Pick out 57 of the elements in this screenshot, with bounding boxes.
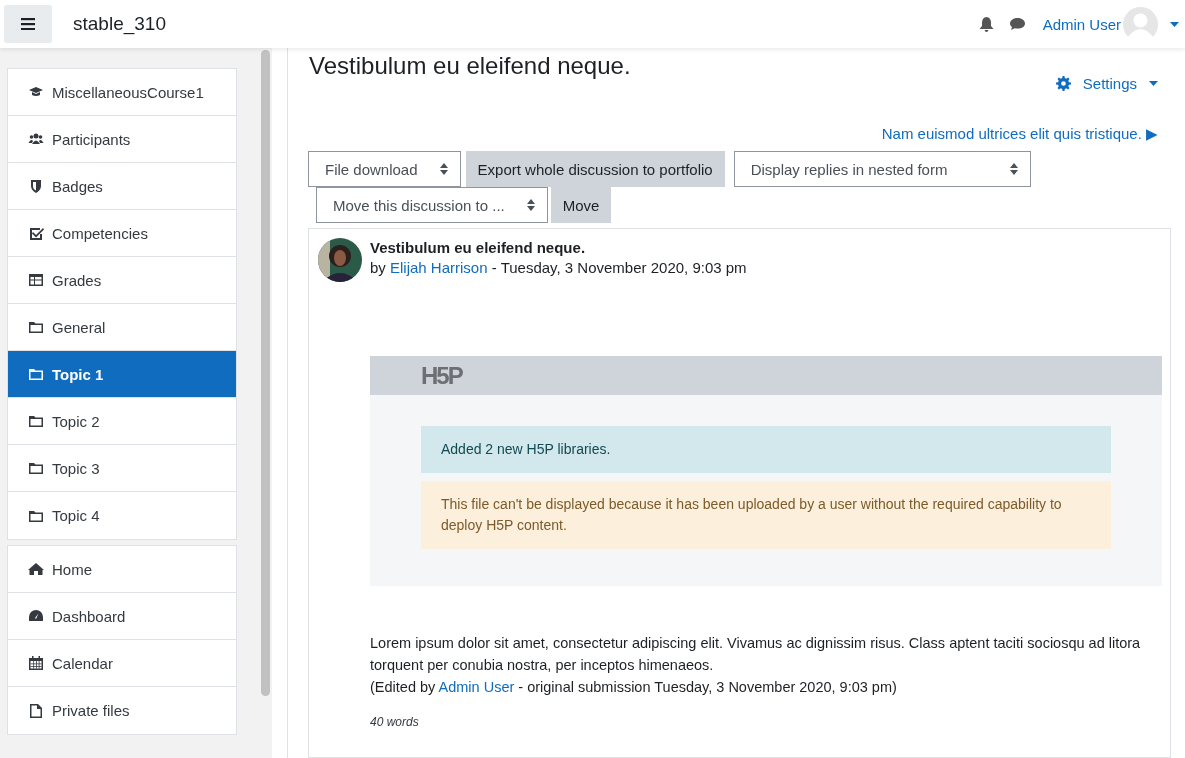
action-button[interactable]: Export whole discussion to portfolio [465,151,725,187]
people-icon [28,131,44,147]
sort-caret-icon [1009,163,1018,175]
calendar-icon [28,655,44,671]
user-name[interactable]: Admin User [1042,15,1121,33]
folder-icon [28,460,44,476]
file-icon [28,702,44,719]
caret-icon[interactable] [1170,21,1179,27]
nav-item[interactable]: Topic 4 [8,492,236,539]
site-name[interactable]: stable_310 [73,13,166,35]
h5p-logo: H5P [421,361,462,390]
next-discussion-link[interactable]: Nam euismod ultrices elit quis tristique. ▶ [881,125,1158,143]
dropdown[interactable]: Move this discussion to ... [316,187,548,223]
nav-item[interactable]: Badges [8,163,236,210]
nav-item[interactable]: Competencies [8,210,236,257]
word-count: 40 words [370,715,420,729]
dropdown[interactable]: File download [308,151,461,187]
checkbox-icon [28,225,44,241]
settings-icon [1055,76,1071,91]
dropdown[interactable]: Display replies in nested form [733,151,1031,187]
author-link[interactable]: Elijah Harrison [390,259,488,276]
post-subject: Vestibulum eu eleifend neque. [370,239,587,256]
bell-icon[interactable] [978,16,994,32]
sort-caret-icon [526,199,535,211]
page-title: Vestibulum eu eleifend neque. [309,52,632,80]
caret-icon [1149,81,1158,86]
edit-note: (Edited by Admin User - original submission Tuesday, 3 November 2020, 9:03 pm) [370,678,898,697]
action-button[interactable]: Move [550,187,612,223]
nav-item[interactable]: Topic 2 [8,398,236,445]
nav-item[interactable]: Participants [8,116,236,163]
scrollbar[interactable] [261,50,270,696]
editor-link[interactable]: Admin User [438,679,515,695]
table-icon [28,272,44,288]
menu-icon [21,18,35,30]
home-icon [28,561,44,577]
chat-bubble-icon[interactable] [1008,17,1026,31]
avatar[interactable] [318,238,362,282]
post-byline: by Elijah Harrison - Tuesday, 3 November 2020, 9:03 pm [370,259,747,276]
warning-alert: This file can't be displayed because it has been uploaded by a user without the required capability to deploy H5P content. [421,481,1111,549]
settings-menu[interactable]: Settings [1055,72,1158,95]
nav-item[interactable]: MiscellaneousCourse1 [8,69,236,116]
shield-icon [28,178,44,194]
folder-icon [28,319,44,335]
nav-item[interactable]: Topic 3 [8,445,236,492]
sort-caret-icon [439,163,448,175]
nav-item[interactable]: Dashboard [8,593,236,640]
post-message: Lorem ipsum dolor sit amet, consectetur adipiscing elit. Vivamus ac dignissim risus. Class aptent taciti sociosqu ad litora torquent per conubia nostra, per inceptos himenaeos. [370,634,1142,675]
folder-icon [28,413,44,429]
nav-item[interactable]: Calendar [8,640,236,687]
gauge-icon [28,608,44,624]
nav-item[interactable]: Topic 1 [8,351,236,398]
folder-icon [28,366,44,382]
info-alert: Added 2 new H5P libraries. [421,426,1111,473]
nav-item[interactable]: Private files [8,687,236,734]
nav-item[interactable]: Home [8,546,236,593]
menu-button[interactable] [4,5,52,43]
nav-item[interactable]: Grades [8,257,236,304]
